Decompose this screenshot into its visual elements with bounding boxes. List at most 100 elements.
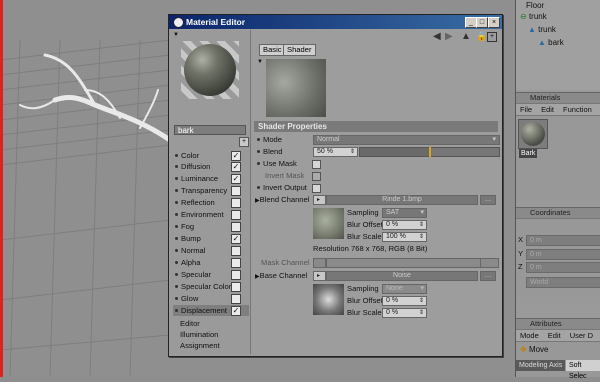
bullet-icon <box>175 285 178 288</box>
channel-reflection[interactable]: Reflection <box>173 197 249 208</box>
menu-edit[interactable]: Edit <box>548 331 561 340</box>
channel-specular[interactable]: Specular <box>173 269 249 280</box>
noise-texture-thumbnail <box>313 284 344 315</box>
maximize-button[interactable]: □ <box>476 17 488 28</box>
channel-checkbox[interactable]: ✓ <box>231 162 241 172</box>
move-icon: ✥ <box>520 345 529 354</box>
tab-basic[interactable]: Basic <box>259 44 286 56</box>
material-name-field[interactable]: bark <box>174 125 246 135</box>
blend-channel-row: ▶Blend Channel <box>255 195 309 205</box>
new-panel-icon[interactable]: + <box>487 32 497 42</box>
channel-checkbox[interactable] <box>231 282 241 292</box>
channel-specular-color[interactable]: Specular Color <box>173 281 249 292</box>
mask-channel-menu-button[interactable] <box>313 258 326 268</box>
blur-scale2-field[interactable]: 0 % ⇕ <box>382 308 427 318</box>
move-tool-row[interactable]: ✥ Move <box>520 345 549 354</box>
channel-checkbox[interactable] <box>231 258 241 268</box>
coord-y-field[interactable]: 0 m <box>526 249 600 260</box>
channel-checkbox[interactable] <box>231 186 241 196</box>
material-thumbnail[interactable] <box>518 119 548 149</box>
channel-environment[interactable]: Environment <box>173 209 249 220</box>
channel-luminance[interactable]: Luminance ✓ <box>173 173 249 184</box>
item-assignment[interactable]: Assignment <box>180 340 220 351</box>
blur-offset2-field[interactable]: 0 % ⇕ <box>382 296 427 306</box>
tab-soft-selection[interactable]: Soft Selec <box>566 360 600 380</box>
item-editor[interactable]: Editor <box>180 318 200 329</box>
use-mask-checkbox[interactable] <box>312 160 321 169</box>
tree-item-trunk-child[interactable]: ▲ trunk <box>528 25 556 34</box>
channel-alpha[interactable]: Alpha <box>173 257 249 268</box>
up-arrow-icon[interactable]: ▲ <box>461 31 471 42</box>
tree-item-floor[interactable]: Floor <box>526 1 544 10</box>
channel-normal[interactable]: Normal <box>173 245 249 256</box>
title-bar[interactable]: Material Editor _ □ × <box>169 15 502 29</box>
lock-icon[interactable]: 🔒 <box>476 31 487 42</box>
coordinates-header: Coordinates <box>516 207 600 219</box>
channel-checkbox[interactable] <box>231 270 241 280</box>
channel-label: Transparency <box>181 186 228 195</box>
blend-slider[interactable] <box>359 147 500 157</box>
material-preview[interactable] <box>181 41 239 99</box>
base-channel-menu-button[interactable]: ▸ <box>313 271 326 281</box>
blend-channel-menu-button[interactable]: ▸ <box>313 195 326 205</box>
mask-channel-options-button[interactable] <box>480 258 499 268</box>
channel-checkbox[interactable] <box>231 198 241 208</box>
coord-x-field[interactable]: 0 m <box>526 235 600 246</box>
channel-checkbox[interactable] <box>231 246 241 256</box>
coord-y-label: Y <box>518 249 524 258</box>
window-title: Material Editor <box>186 17 246 27</box>
coord-mode-select[interactable]: World <box>526 277 600 288</box>
mode-select[interactable]: Normal ▾ <box>313 135 500 145</box>
channel-checkbox[interactable] <box>231 222 241 232</box>
sampling2-select[interactable]: None ▾ <box>382 284 427 294</box>
blur-scale-field[interactable]: 100 % ⇕ <box>382 232 427 242</box>
collapse-arrow-icon[interactable]: ▼ <box>173 32 179 38</box>
blend-value-field[interactable]: 50 % ⇕ <box>313 147 358 157</box>
tree-branch <box>19 53 173 143</box>
coord-z-field[interactable]: 0 m <box>526 262 600 273</box>
channel-checkbox[interactable]: ✓ <box>231 306 241 316</box>
base-channel-options-button[interactable]: … <box>480 271 496 281</box>
tab-modeling-axis[interactable]: Modeling Axis <box>516 360 566 371</box>
mask-channel-field[interactable] <box>326 258 481 268</box>
bullet-icon <box>175 309 178 312</box>
tree-item-bark[interactable]: ▲ bark <box>538 38 564 47</box>
blend-channel-file[interactable]: Rinde 1.bmp <box>326 195 478 205</box>
materials-header: Materials <box>516 92 600 104</box>
tab-shader[interactable]: Shader <box>283 44 316 56</box>
channel-displacement[interactable]: Displacement ✓ <box>173 305 249 316</box>
channel-checkbox[interactable] <box>231 210 241 220</box>
menu-user-data[interactable]: User D <box>570 331 593 340</box>
menu-file[interactable]: File <box>520 105 532 114</box>
collapse-arrow-icon[interactable]: ▼ <box>257 59 263 65</box>
back-arrow-icon[interactable]: ◀ <box>433 31 441 42</box>
channel-glow[interactable]: Glow <box>173 293 249 304</box>
channel-bump[interactable]: Bump ✓ <box>173 233 249 244</box>
blend-channel-options-button[interactable]: … <box>480 195 496 205</box>
channel-checkbox[interactable]: ✓ <box>231 151 241 161</box>
channel-checkbox[interactable]: ✓ <box>231 174 241 184</box>
channel-color[interactable]: Color ✓ <box>173 150 249 161</box>
item-illumination[interactable]: Illumination <box>180 329 218 340</box>
blur-offset2-value: 0 % <box>386 297 399 304</box>
menu-function[interactable]: Function <box>563 105 592 114</box>
invert-output-checkbox[interactable] <box>312 184 321 193</box>
menu-edit[interactable]: Edit <box>541 105 554 114</box>
channel-diffusion[interactable]: Diffusion ✓ <box>173 161 249 172</box>
blur-offset-field[interactable]: 0 % ⇕ <box>382 220 427 230</box>
channel-checkbox[interactable]: ✓ <box>231 234 241 244</box>
sampling-select[interactable]: SAT ▾ <box>382 208 427 218</box>
forward-arrow-icon[interactable]: ▶ <box>445 31 453 42</box>
channel-fog[interactable]: Fog <box>173 221 249 232</box>
base-channel-shader[interactable]: Noise <box>326 271 478 281</box>
close-button[interactable]: × <box>488 17 500 28</box>
channel-checkbox[interactable] <box>231 294 241 304</box>
base-channel-label: Base Channel <box>259 271 308 280</box>
invert-mask-checkbox[interactable] <box>312 172 321 181</box>
tree-item-trunk[interactable]: ⊖ trunk <box>520 12 547 21</box>
mode-label: Mode <box>263 135 282 144</box>
channel-transparency[interactable]: Transparency <box>173 185 249 196</box>
expand-button[interactable]: + <box>239 137 249 147</box>
menu-mode[interactable]: Mode <box>520 331 539 340</box>
blend-slider-marker[interactable] <box>429 147 431 157</box>
